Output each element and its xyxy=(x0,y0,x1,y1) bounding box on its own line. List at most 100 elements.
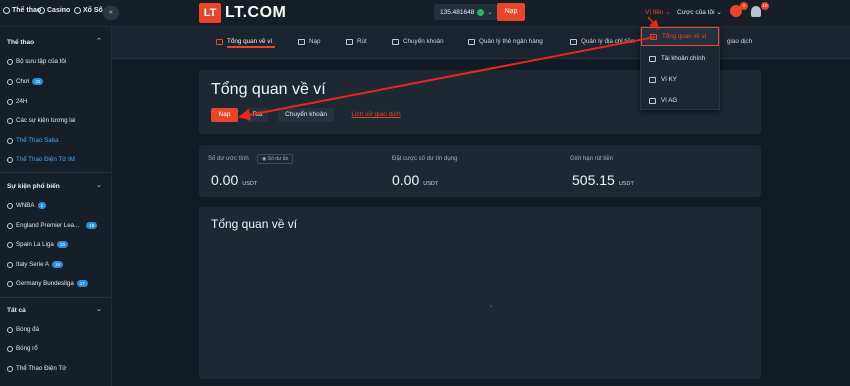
soccer-icon xyxy=(7,241,13,248)
sidebar-item-label: Bộ sưu tập của tôi xyxy=(16,58,67,65)
tab-wallet-overview[interactable]: Tổng quan về ví xyxy=(216,38,272,45)
site-logo[interactable]: LT LT.COM xyxy=(199,3,286,23)
nav-casino[interactable]: Casino xyxy=(38,7,70,14)
chevron-down-icon[interactable]: ⌄ xyxy=(96,305,102,313)
dropdown-item-label: Tổng quan về ví xyxy=(662,33,707,40)
nav-sports[interactable]: Thể thao xyxy=(3,7,41,14)
dropdown-item-label: Ví KY xyxy=(661,76,677,83)
wallet-menu[interactable]: Ví tiền ⌄ xyxy=(645,8,671,16)
sidebar-item-label: Italy Serie A xyxy=(16,261,50,268)
count-badge: 18 xyxy=(86,222,98,229)
tab-bank-cards[interactable]: Quản lý thẻ ngân hàng xyxy=(468,38,543,45)
saba-icon xyxy=(7,137,13,144)
gift-badge: 0 xyxy=(740,2,748,10)
soccer-icon xyxy=(7,261,13,268)
stat-number: 505.15 xyxy=(572,172,615,188)
lottery-icon xyxy=(74,7,81,14)
sidebar-item-esports[interactable]: Thể Thao Điện Tử xyxy=(7,365,66,372)
sidebar-item-24h[interactable]: 24H xyxy=(7,98,27,105)
sidebar-item-epl[interactable]: England Premier Lea... 18 xyxy=(7,222,98,229)
sidebar: Thể thao ⌃ Bộ sưu tập của tôi Chơi 32 24… xyxy=(0,27,112,386)
gift-button[interactable]: 0 xyxy=(730,2,748,19)
sidebar-item-bundesliga[interactable]: Germany Bundesliga 17 xyxy=(7,280,88,287)
dropdown-item-overview[interactable]: Tổng quan về ví xyxy=(641,27,719,46)
deposit-button[interactable]: Nạp xyxy=(497,3,525,21)
wallet-icon xyxy=(649,76,656,83)
transfer-icon xyxy=(392,38,399,45)
dropdown-item-main-account[interactable]: Tài khoản chính xyxy=(641,49,719,68)
sidebar-section-sports[interactable]: Thể thao xyxy=(7,39,34,46)
sidebar-item-laliga[interactable]: Spain La Liga 19 xyxy=(7,241,68,248)
clock-icon xyxy=(7,98,13,105)
withdraw-button[interactable]: Rút xyxy=(247,108,268,122)
hide-balance-button[interactable]: ◉ Số dư ẩn xyxy=(257,154,294,164)
credit-balance-label: Đặt cược số dư tín dụng xyxy=(392,156,458,162)
sidebar-item-saba[interactable]: Thể Thao Saba xyxy=(7,137,59,144)
tab-label: giao dịch xyxy=(727,38,753,45)
balance-display[interactable]: 135.481648 ⌄ xyxy=(434,4,498,20)
transaction-history-link[interactable]: Lịch sử giao dịch xyxy=(347,108,405,122)
nav-sports-label: Thể thao xyxy=(12,7,42,14)
balance-value: 135.481648 xyxy=(440,8,475,16)
count-badge: 19 xyxy=(52,261,64,268)
account-icon xyxy=(649,55,656,62)
notification-button[interactable]: 10 xyxy=(751,2,769,19)
dropdown-item-label: Tài khoản chính xyxy=(661,55,706,62)
stat-unit: USDT xyxy=(618,181,634,187)
nav-lottery[interactable]: Xổ Số xyxy=(74,7,103,14)
dropdown-item-ag-wallet[interactable]: Ví AG xyxy=(641,91,719,110)
wallet-icon xyxy=(649,97,656,104)
tab-withdraw[interactable]: Rút xyxy=(346,38,367,45)
divider xyxy=(0,297,112,298)
tab-transactions[interactable]: giao dịch xyxy=(727,38,752,45)
sidebar-item-label: WNBA xyxy=(16,202,35,209)
my-bets-menu[interactable]: Cược của tôi ⌄ xyxy=(677,8,722,16)
nav-lottery-label: Xổ Số xyxy=(83,7,103,14)
active-tab-underline xyxy=(227,46,275,48)
balance-stats-card xyxy=(199,145,761,197)
sidebar-item-live[interactable]: Chơi 32 xyxy=(7,78,44,85)
sidebar-item-esports-im[interactable]: Thể Thao Điện Tử IM xyxy=(7,156,75,163)
chevron-down-icon[interactable]: ⌄ xyxy=(96,181,102,189)
star-icon xyxy=(7,58,13,65)
deposit-icon xyxy=(298,38,305,45)
usdt-coin-icon xyxy=(477,8,485,16)
count-badge: 17 xyxy=(76,280,88,287)
withdraw-limit-label: Giới hạn rút tiền xyxy=(570,156,613,162)
sidebar-item-label: Germany Bundesliga xyxy=(16,280,74,287)
deposit-button[interactable]: Nạp xyxy=(211,108,238,122)
withdraw-limit-value: 505.15 USDT xyxy=(572,172,634,188)
tab-label: Rút xyxy=(357,38,367,45)
count-badge: 1 xyxy=(37,202,47,209)
tab-address-management[interactable]: Quản lý địa chỉ tiền xyxy=(570,38,635,45)
transfer-button[interactable]: Chuyển khoản xyxy=(278,108,334,122)
logo-text: LT.COM xyxy=(225,4,287,21)
sidebar-item-favorites[interactable]: Bộ sưu tập của tôi xyxy=(7,58,66,65)
dropdown-item-ky-wallet[interactable]: Ví KY xyxy=(641,70,719,89)
sidebar-item-label: 24H xyxy=(16,98,28,105)
calendar-icon xyxy=(7,117,13,124)
sidebar-item-wnba[interactable]: WNBA 1 xyxy=(7,202,47,209)
sidebar-section-all[interactable]: Tất cả xyxy=(7,307,26,314)
chevron-up-icon[interactable]: ⌃ xyxy=(96,37,102,45)
esports-icon xyxy=(7,365,13,372)
tab-deposit[interactable]: Nạp xyxy=(298,38,321,45)
estimated-balance-label: Số dư ước tính xyxy=(208,156,249,162)
tab-label: Tổng quan về ví xyxy=(227,38,273,45)
stat-unit: USDT xyxy=(423,181,439,187)
sidebar-item-future-events[interactable]: Các sự kiện tương lai xyxy=(7,117,75,124)
credit-balance-value: 0.00 USDT xyxy=(392,172,438,188)
tab-transfer[interactable]: Chuyển khoản xyxy=(392,38,444,45)
sidebar-item-basketball[interactable]: Bóng rổ xyxy=(7,345,38,352)
soccer-icon xyxy=(7,326,13,333)
soccer-icon xyxy=(7,222,13,229)
dropdown-item-label: Ví AG xyxy=(661,97,678,104)
sidebar-item-football[interactable]: Bóng đá xyxy=(7,326,39,333)
sidebar-section-popular[interactable]: Sự kiện phổ biến xyxy=(7,183,60,190)
bank-card-icon xyxy=(468,38,475,45)
sidebar-item-seriea[interactable]: Italy Serie A 19 xyxy=(7,261,64,268)
double-chevron-left-icon[interactable]: « xyxy=(103,6,119,20)
wallet-dropdown: Tổng quan về ví Tài khoản chính Ví KY Ví… xyxy=(640,26,720,110)
sports-icon xyxy=(3,7,10,14)
withdraw-icon xyxy=(346,38,353,45)
